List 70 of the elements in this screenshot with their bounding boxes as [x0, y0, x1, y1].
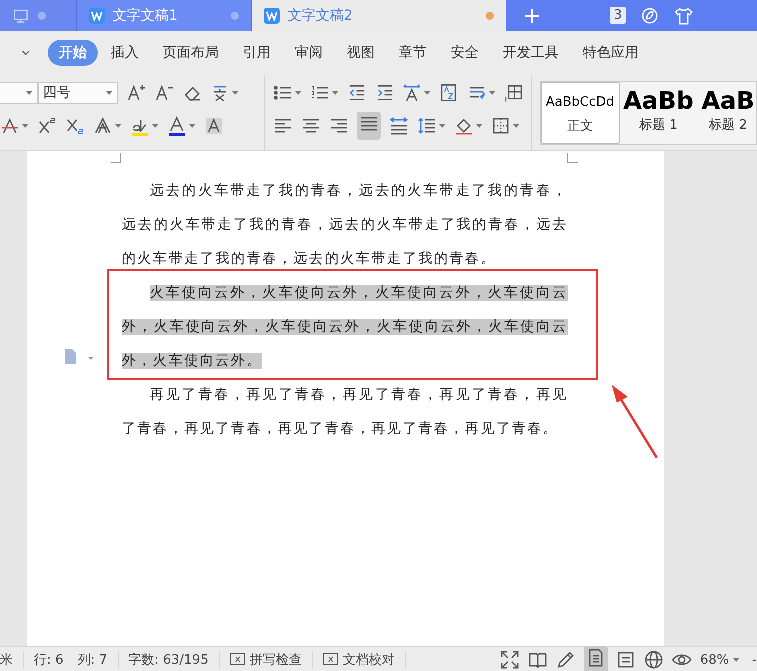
paragraph-marker-icon[interactable] — [65, 349, 94, 364]
shrink-font-icon[interactable] — [154, 83, 174, 103]
caret-icon[interactable] — [295, 91, 302, 95]
leaf-icon[interactable] — [640, 6, 660, 26]
style-preset[interactable]: AaBb 标题 1 — [620, 82, 698, 144]
paragraph: 远去的火车带走了我的青春，远去的火车带走了我的青春，远去的火车带走了我的青春，远去的火车带走了我的青春，远去的火车带走了我的青春，远去的火车带走了我的青春。 — [122, 182, 568, 269]
decrease-indent-icon[interactable] — [347, 83, 366, 103]
ribbon-tab[interactable]: 章节 — [388, 40, 438, 66]
ribbon-tab[interactable]: 页面布局 — [152, 40, 230, 66]
ribbon-tab[interactable]: 特色应用 — [572, 40, 650, 66]
caret-icon[interactable] — [424, 91, 431, 95]
text-direction-icon[interactable] — [402, 83, 422, 103]
caret-icon[interactable] — [115, 124, 122, 128]
caret-icon[interactable] — [189, 124, 196, 128]
caret-icon[interactable] — [513, 124, 520, 128]
writer-logo-icon — [264, 8, 280, 24]
line-spacing-icon[interactable] — [417, 116, 437, 136]
crop-mark — [110, 152, 122, 164]
caret-icon[interactable] — [332, 91, 339, 95]
font-color-icon[interactable] — [167, 116, 187, 136]
ribbon-tab[interactable]: 插入 — [100, 40, 150, 66]
globe-icon[interactable] — [644, 650, 664, 670]
pencil-icon[interactable] — [556, 650, 576, 670]
caret-icon[interactable] — [106, 91, 113, 95]
borders-icon[interactable] — [491, 116, 511, 136]
ribbon-tab[interactable]: 引用 — [232, 40, 282, 66]
text-effect-icon[interactable] — [93, 116, 113, 136]
caret-icon[interactable] — [232, 91, 239, 95]
font-name-field[interactable] — [0, 82, 38, 104]
status-button[interactable]: 文档校对 — [312, 651, 406, 669]
zoom-dropdown[interactable]: 68% — [700, 652, 740, 668]
word-count[interactable]: 字数: 63/195 — [118, 651, 220, 669]
caret-icon[interactable] — [439, 124, 446, 128]
caret-icon[interactable] — [22, 124, 29, 128]
zoom-out-button[interactable]: - — [752, 652, 757, 668]
caret-icon[interactable] — [488, 91, 496, 95]
checkbox-icon — [230, 653, 246, 667]
sort-icon[interactable] — [439, 83, 458, 103]
character-shading-icon[interactable] — [204, 116, 224, 136]
font-size-field[interactable]: 四号 — [38, 82, 118, 104]
style-preset[interactable]: AaBbCcDd 正文 — [541, 82, 620, 144]
crop-mark — [568, 152, 578, 164]
style-preset[interactable]: AaB 标题 2 — [698, 82, 756, 144]
insert-table-icon[interactable] — [504, 83, 523, 103]
column-number: 列: 7 — [68, 651, 119, 669]
caret-icon[interactable] — [733, 658, 740, 662]
caret-icon[interactable] — [26, 91, 33, 95]
ribbon-tab[interactable]: 视图 — [336, 40, 386, 66]
status-button[interactable]: 拼写检查 — [220, 651, 313, 669]
writer-logo-icon — [89, 8, 105, 24]
bullet-list-icon[interactable] — [273, 83, 293, 103]
caret-icon[interactable] — [476, 124, 483, 128]
paragraph: 火车使向云外，火车使向云外，火车使向云外，火车使向云外，火车使向云外，火车使向云外，火车使向云外，火车使向云外，火车使向云外。 — [122, 284, 568, 371]
ribbon-tab[interactable]: 安全 — [440, 40, 490, 66]
distributed-align-icon[interactable] — [389, 116, 409, 136]
checkbox-icon — [322, 653, 339, 667]
superscript-icon[interactable] — [37, 116, 57, 136]
fullscreen-icon[interactable] — [500, 650, 520, 670]
caret-icon[interactable] — [152, 124, 159, 128]
justify-button[interactable] — [357, 112, 381, 140]
paragraph: 再见了青春，再见了青春，再见了青春，再见了青春，再见了青春，再见了青春，再见了青春，再见了青春，再见了青春。 — [122, 386, 568, 439]
status-text: 米 — [0, 651, 24, 669]
ribbon-tab[interactable]: 开发工具 — [492, 40, 570, 66]
line-number: 行: 6 — [33, 652, 65, 669]
shirt-icon[interactable] — [674, 6, 694, 26]
grow-font-icon[interactable] — [126, 83, 146, 103]
window-count-badge[interactable]: 3 — [610, 7, 626, 24]
strikethrough-icon[interactable] — [0, 116, 20, 136]
outline-icon[interactable] — [616, 650, 636, 670]
ribbon-tab[interactable]: 审阅 — [284, 40, 334, 66]
